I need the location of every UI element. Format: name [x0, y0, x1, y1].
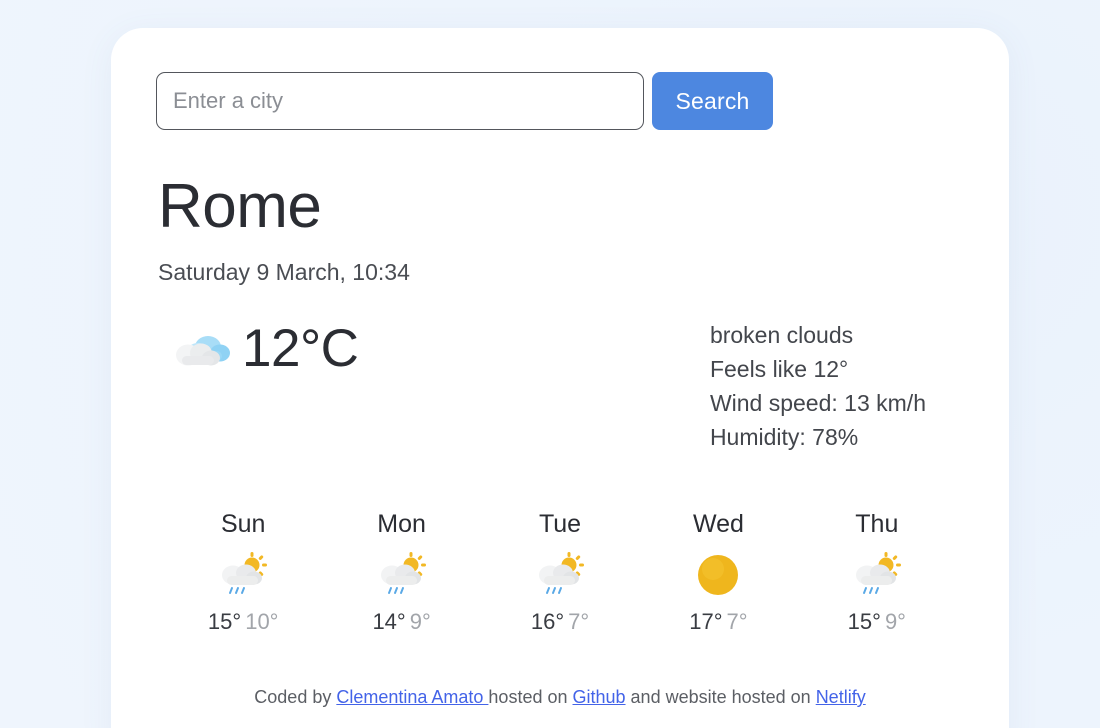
- forecast-temps: 15° 9°: [798, 609, 956, 635]
- forecast-temp-min: 10°: [245, 609, 279, 635]
- forecast-day-name: Thu: [855, 510, 899, 539]
- forecast-temps: 15° 10°: [164, 609, 322, 635]
- forecast-temp-max: 15°: [847, 609, 881, 635]
- forecast-temp-min: 9°: [884, 609, 906, 635]
- footer-credit: Coded by Clementina Amato hosted on Gith…: [156, 687, 964, 708]
- humidity: Humidity: 78%: [709, 424, 859, 451]
- footer-text-3: and website hosted on: [625, 687, 816, 708]
- weather-card: Search Rome Saturday 9 March, 10:34: [111, 28, 1009, 728]
- current-details: broken clouds Feels like 12° Wind speed:…: [710, 316, 926, 454]
- sun-behind-rain-cloud-icon: [217, 551, 269, 599]
- netlify-link[interactable]: Netlify: [816, 687, 866, 707]
- forecast-temp-min: 7°: [726, 609, 748, 635]
- search-input[interactable]: [156, 72, 644, 130]
- forecast-temp-min: 9°: [409, 609, 431, 635]
- forecast-day-name: Wed: [692, 510, 744, 539]
- forecast-temp-max: 14°: [372, 609, 406, 635]
- broken-clouds-icon: [168, 323, 232, 375]
- wind-speed: Wind speed: 13 km/h: [709, 390, 926, 417]
- forecast-temp-max: 16°: [530, 609, 565, 635]
- footer-text-1: Coded by: [254, 687, 337, 708]
- forecast-temp-min: 7°: [568, 609, 590, 635]
- sun-behind-rain-cloud-icon: [376, 551, 428, 599]
- search-form: Search: [156, 72, 964, 130]
- weather-description: broken clouds: [709, 322, 854, 349]
- sun-behind-rain-cloud-icon: [534, 551, 586, 599]
- feels-like: Feels like 12°: [709, 356, 849, 383]
- forecast-day: Thu 15° 9°: [798, 510, 956, 635]
- weather-app-page: Search Rome Saturday 9 March, 10:34: [0, 0, 1100, 728]
- sun-behind-rain-cloud-icon: [851, 551, 903, 599]
- forecast-temp-max: 17°: [689, 609, 723, 635]
- forecast-temps: 14° 9°: [322, 609, 480, 635]
- city-name: Rome: [158, 172, 322, 241]
- forecast-day-name: Mon: [377, 510, 426, 539]
- sun-icon: [692, 551, 744, 599]
- forecast-day-name: Tue: [538, 510, 582, 539]
- search-button[interactable]: Search: [652, 72, 773, 130]
- github-link[interactable]: Github: [573, 687, 626, 707]
- forecast-temps: 17° 7°: [639, 609, 797, 635]
- forecast-day: Sun 15° 10°: [164, 510, 322, 635]
- current-date: Saturday 9 March, 10:34: [158, 259, 410, 286]
- current-temperature-group: 12°C: [156, 316, 359, 379]
- footer-text-2: hosted on: [488, 687, 573, 708]
- forecast-temps: 16° 7°: [481, 609, 639, 635]
- forecast-temp-max: 15°: [207, 609, 242, 635]
- current-temperature: 12°C: [242, 319, 359, 379]
- forecast-day: Tue 16° 7°: [481, 510, 639, 635]
- author-link[interactable]: Clementina Amato: [336, 687, 488, 707]
- current-conditions: 12°C broken clouds Feels like 12° Wind s…: [156, 316, 964, 454]
- forecast-row: Sun 15° 10° Mon 14° 9° Tue 16° 7° Wed 17…: [156, 510, 964, 635]
- forecast-day: Mon 14° 9°: [322, 510, 480, 635]
- forecast-day-name: Sun: [220, 510, 266, 539]
- forecast-day: Wed 17° 7°: [639, 510, 797, 635]
